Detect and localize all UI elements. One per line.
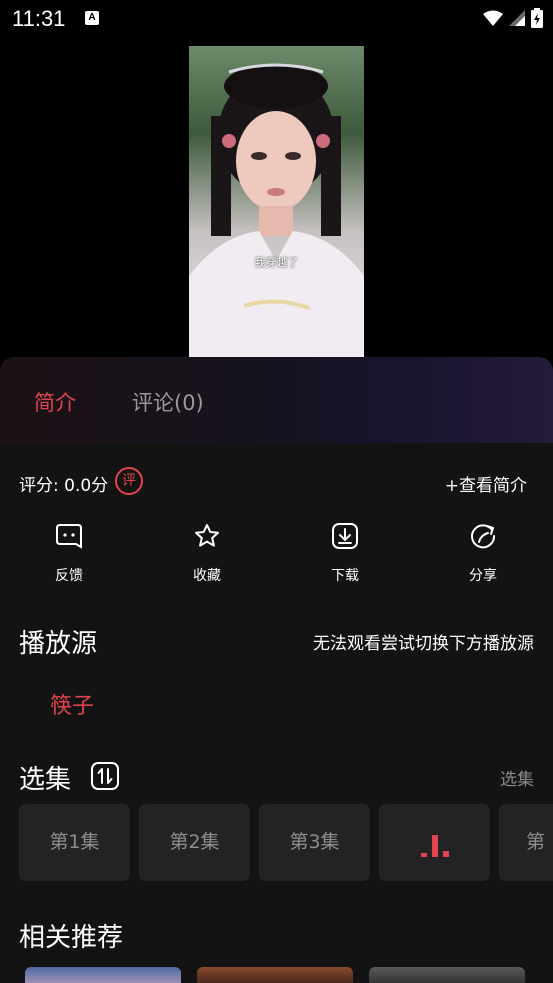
- episode-list: 第1集 第2集 第3集 第: [19, 804, 553, 881]
- feedback-label: 反馈: [55, 568, 83, 584]
- episodes-more-link[interactable]: 选集: [500, 765, 534, 790]
- download-icon: [332, 523, 358, 549]
- tab-bar: 简介 评论(0): [0, 357, 553, 443]
- feedback-button[interactable]: 反馈: [29, 521, 109, 585]
- download-button[interactable]: 下载: [305, 521, 385, 585]
- system-icons: [483, 8, 543, 28]
- recommend-thumbnail[interactable]: [25, 967, 181, 983]
- sort-button[interactable]: [91, 762, 119, 790]
- video-frame[interactable]: 我穿越了: [189, 46, 364, 357]
- playing-bar: [420, 853, 427, 857]
- detail-panel: 简介 评论(0) 评分: 0.0分 评 +查看简介 反馈 收藏 下载 分享 播放…: [0, 357, 553, 983]
- status-bar: 11:31 A: [0, 0, 553, 40]
- video-player[interactable]: 我穿越了: [0, 40, 553, 358]
- status-time: 11:31: [12, 6, 66, 31]
- action-bar: 反馈 收藏 下载 分享: [0, 521, 553, 601]
- favorite-label: 收藏: [193, 568, 221, 584]
- episodes-title: 选集: [19, 765, 72, 795]
- share-button[interactable]: 分享: [443, 521, 523, 585]
- wifi-icon: [483, 10, 503, 26]
- rating-text: 评分: 0.0分: [19, 476, 109, 496]
- episode-item[interactable]: 第: [499, 804, 553, 881]
- favorite-button[interactable]: 收藏: [167, 521, 247, 585]
- recommend-title: 相关推荐: [19, 923, 124, 953]
- sort-icon: [97, 768, 113, 784]
- source-item[interactable]: 筷子: [50, 688, 94, 720]
- cell-signal-icon: [509, 10, 525, 26]
- notification-icon: A: [85, 11, 99, 25]
- video-subtitle: 我穿越了: [254, 256, 299, 269]
- share-icon: [471, 524, 496, 549]
- episode-item[interactable]: 第3集: [259, 804, 370, 881]
- recommend-thumbnail[interactable]: [369, 967, 525, 983]
- view-intro-link[interactable]: +查看简介: [445, 471, 527, 496]
- episode-item[interactable]: 第1集: [19, 804, 130, 881]
- share-label: 分享: [469, 568, 497, 584]
- playing-bar: [431, 835, 438, 857]
- video-image: [189, 63, 364, 357]
- episode-item-playing[interactable]: [379, 804, 490, 881]
- battery-icon: [531, 8, 543, 28]
- episode-item[interactable]: 第2集: [139, 804, 250, 881]
- source-hint: 无法观看尝试切换下方播放源: [313, 634, 534, 654]
- source-title: 播放源: [19, 629, 98, 659]
- rate-button[interactable]: 评: [115, 467, 143, 495]
- tab-comments[interactable]: 评论(0): [132, 387, 204, 417]
- download-label: 下载: [331, 568, 359, 584]
- playing-bar: [442, 851, 449, 857]
- recommend-thumbnail[interactable]: [197, 967, 353, 983]
- feedback-icon: [56, 524, 82, 549]
- tab-intro[interactable]: 简介: [34, 387, 76, 417]
- star-icon: [195, 524, 219, 547]
